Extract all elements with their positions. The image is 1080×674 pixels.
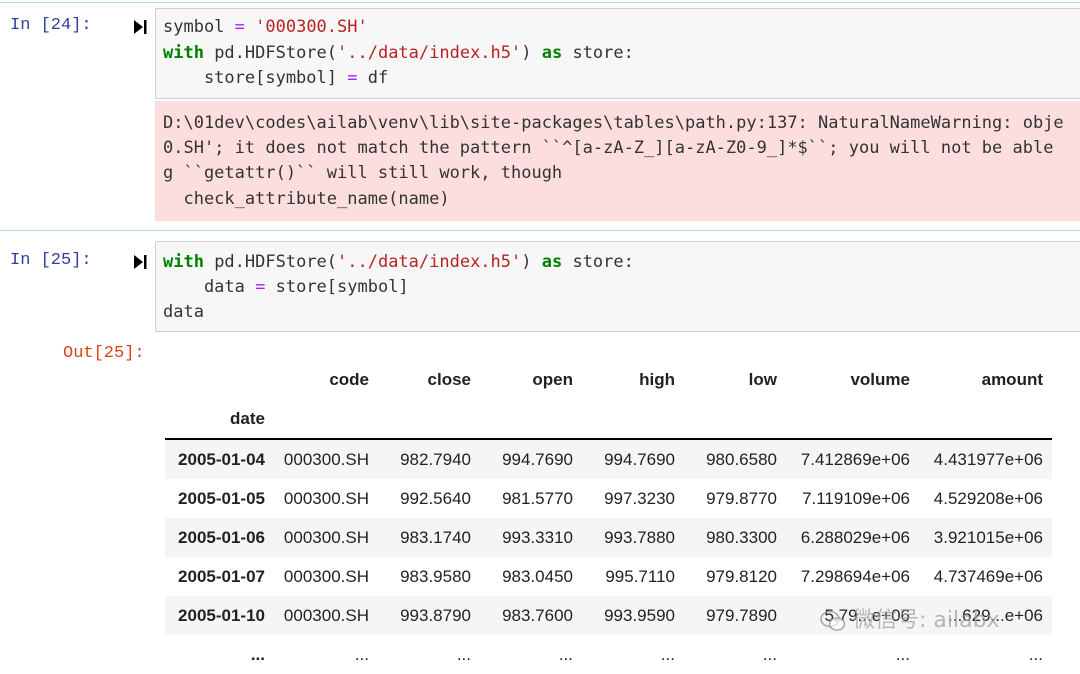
row-index-date: 2005-01-04: [178, 449, 265, 469]
table-cell: 7.412869e+06: [800, 449, 910, 469]
column-header: code: [329, 369, 369, 389]
table-cell: 993.3310: [502, 527, 573, 547]
table-cell: 983.1740: [400, 527, 471, 547]
table-row: 2005-01-07 000300.SH 983.9580 983.0450 995.7…: [165, 557, 1052, 596]
ellipsis-cell: ...: [250, 644, 265, 664]
table-cell: 4.431977e+06: [933, 449, 1043, 469]
table-cell: 980.6580: [706, 449, 777, 469]
table-row: 2005-01-06 000300.SH 983.1740 993.3310 993.7…: [165, 518, 1052, 557]
stderr-line: g ``getattr()`` will still work, though: [163, 163, 563, 183]
table-cell: 4.737469e+06: [933, 566, 1043, 586]
code-line: data: [163, 302, 204, 322]
column-header: open: [532, 369, 573, 389]
input-prompt-25: In [25]:: [10, 251, 92, 270]
ellipsis-cell: ...: [456, 644, 471, 664]
code-line: with pd.HDFStore('../data/index.h5') as …: [163, 43, 634, 63]
table-cell: 995.7110: [605, 566, 675, 586]
table-cell: 979.8770: [706, 488, 777, 508]
input-prompt-24: In [24]:: [10, 16, 92, 35]
ellipsis-cell: ...: [1028, 644, 1043, 664]
ellipsis-cell: ...: [762, 644, 777, 664]
run-cell-icon[interactable]: [133, 19, 147, 35]
table-cell: 7.298694e+06: [800, 566, 910, 586]
table-cell: 7.119109e+06: [802, 488, 910, 508]
row-index-date: 2005-01-05: [178, 488, 265, 508]
cell-separator: [0, 230, 1080, 231]
ellipsis-cell: ...: [354, 644, 369, 664]
row-index-date: 2005-01-10: [178, 605, 265, 625]
ellipsis-cell: ...: [660, 644, 675, 664]
table-cell: 994.7690: [502, 449, 573, 469]
row-index-date: 2005-01-07: [178, 566, 265, 586]
table-cell: 979.7890: [706, 605, 777, 625]
table-cell: 992.5640: [400, 488, 471, 508]
run-cell-icon[interactable]: [133, 254, 147, 270]
table-cell: 980.3300: [706, 527, 777, 547]
column-header: volume: [850, 369, 910, 389]
table-cell: 4.529208e+06: [933, 488, 1043, 508]
code-line: store[symbol] = df: [163, 68, 389, 88]
table-cell: 983.9580: [400, 566, 471, 586]
watermark-text: 微信号: ailabx: [853, 608, 1000, 633]
wechat-icon: [820, 610, 846, 631]
table-cell: 3.921015e+06: [933, 527, 1043, 547]
ellipsis-cell: ...: [895, 644, 910, 664]
code-line: with pd.HDFStore('../data/index.h5') as …: [163, 252, 634, 272]
stderr-line: D:\01dev\codes\ailab\venv\lib\site-packa…: [163, 113, 1064, 133]
table-cell: 982.7940: [400, 449, 471, 469]
stderr-line: check_attribute_name(name): [163, 189, 450, 209]
ellipsis-cell: ...: [558, 644, 573, 664]
column-header: low: [748, 369, 777, 389]
table-cell: 000300.SH: [283, 605, 369, 625]
row-index-date: 2005-01-06: [178, 527, 265, 547]
table-cell: 993.7880: [604, 527, 675, 547]
stderr-line: 0.SH'; it does not match the pattern ``^…: [163, 138, 1054, 158]
table-cell: 6.288029e+06: [800, 527, 910, 547]
table-cell: 981.5770: [502, 488, 573, 508]
index-name-row: date: [165, 399, 1052, 440]
table-cell: 000300.SH: [283, 488, 369, 508]
index-name: date: [165, 399, 274, 440]
table-cell: 997.3230: [604, 488, 675, 508]
code-line: data = store[symbol]: [163, 277, 409, 297]
table-cell: 979.8120: [706, 566, 777, 586]
table-cell: 000300.SH: [283, 527, 369, 547]
table-cell: 983.7600: [502, 605, 573, 625]
watermark: 微信号: ailabx: [820, 602, 1000, 634]
output-prompt-25: Out[25]:: [63, 344, 145, 363]
ellipsis-row: ........................: [165, 635, 1052, 674]
table-row: 2005-01-05 000300.SH 992.5640 981.5770 997.3…: [165, 479, 1052, 518]
table-cell: 000300.SH: [283, 566, 369, 586]
table-cell: 993.8790: [400, 605, 471, 625]
table-cell: 993.9590: [604, 605, 675, 625]
cell-top-border: [0, 2, 1080, 3]
table-cell: 000300.SH: [283, 449, 369, 469]
code-line: symbol = '000300.SH': [163, 17, 368, 37]
table-cell: 994.7690: [604, 449, 675, 469]
table-cell: 983.0450: [502, 566, 573, 586]
table-header-row: code close open high low volume amount: [165, 360, 1052, 399]
column-header: amount: [981, 369, 1043, 389]
table-row: 2005-01-04 000300.SH 982.7940 994.7690 994.7…: [165, 439, 1052, 479]
column-header: high: [639, 369, 675, 389]
column-header: close: [427, 369, 471, 389]
